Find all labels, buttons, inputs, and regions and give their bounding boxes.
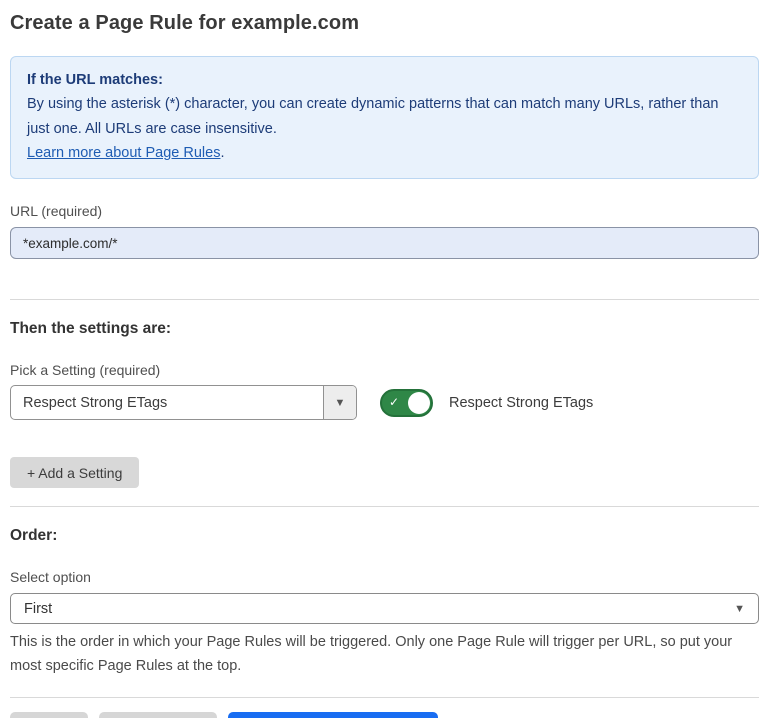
toggle-knob — [408, 392, 430, 414]
chevron-down-icon[interactable]: ▼ — [323, 386, 356, 419]
url-field-label: URL (required) — [10, 203, 759, 219]
info-box-link-line: Learn more about Page Rules. — [27, 141, 742, 165]
footer-actions: Cancel Save as Draft Save and Deploy Pag… — [10, 712, 759, 718]
setting-toggle[interactable]: ✓ — [380, 389, 433, 417]
create-page-rule-panel: Create a Page Rule for example.com If th… — [0, 0, 769, 718]
save-deploy-button[interactable]: Save and Deploy Page Rule — [228, 712, 438, 718]
check-icon: ✓ — [389, 395, 399, 409]
cancel-button[interactable]: Cancel — [10, 712, 88, 718]
info-box-body: By using the asterisk (*) character, you… — [27, 92, 742, 141]
footer-divider — [10, 697, 759, 698]
pick-setting-label: Pick a Setting (required) — [10, 362, 759, 378]
setting-row: Respect Strong ETags ▼ ✓ Respect Strong … — [10, 385, 759, 420]
order-help-text: This is the order in which your Page Rul… — [10, 631, 759, 677]
section-divider — [10, 506, 759, 507]
section-divider — [10, 299, 759, 300]
order-select-label: Select option — [10, 569, 759, 585]
order-section-heading: Order: — [10, 527, 759, 545]
chevron-down-icon: ▼ — [734, 603, 745, 615]
save-draft-button[interactable]: Save as Draft — [99, 712, 218, 718]
order-select[interactable]: First ▼ — [10, 593, 759, 624]
learn-more-link[interactable]: Learn more about Page Rules — [27, 145, 220, 161]
add-setting-button[interactable]: + Add a Setting — [10, 457, 139, 488]
info-box-heading: If the URL matches: — [27, 68, 742, 92]
setting-select[interactable]: Respect Strong ETags ▼ — [10, 385, 357, 420]
url-match-info-box: If the URL matches: By using the asteris… — [10, 56, 759, 179]
url-input[interactable] — [10, 227, 759, 259]
order-select-value: First — [24, 601, 734, 617]
page-title: Create a Page Rule for example.com — [10, 12, 759, 35]
link-suffix: . — [220, 145, 224, 161]
setting-select-value: Respect Strong ETags — [11, 386, 323, 419]
settings-section-heading: Then the settings are: — [10, 320, 759, 338]
toggle-label: Respect Strong ETags — [449, 395, 593, 411]
